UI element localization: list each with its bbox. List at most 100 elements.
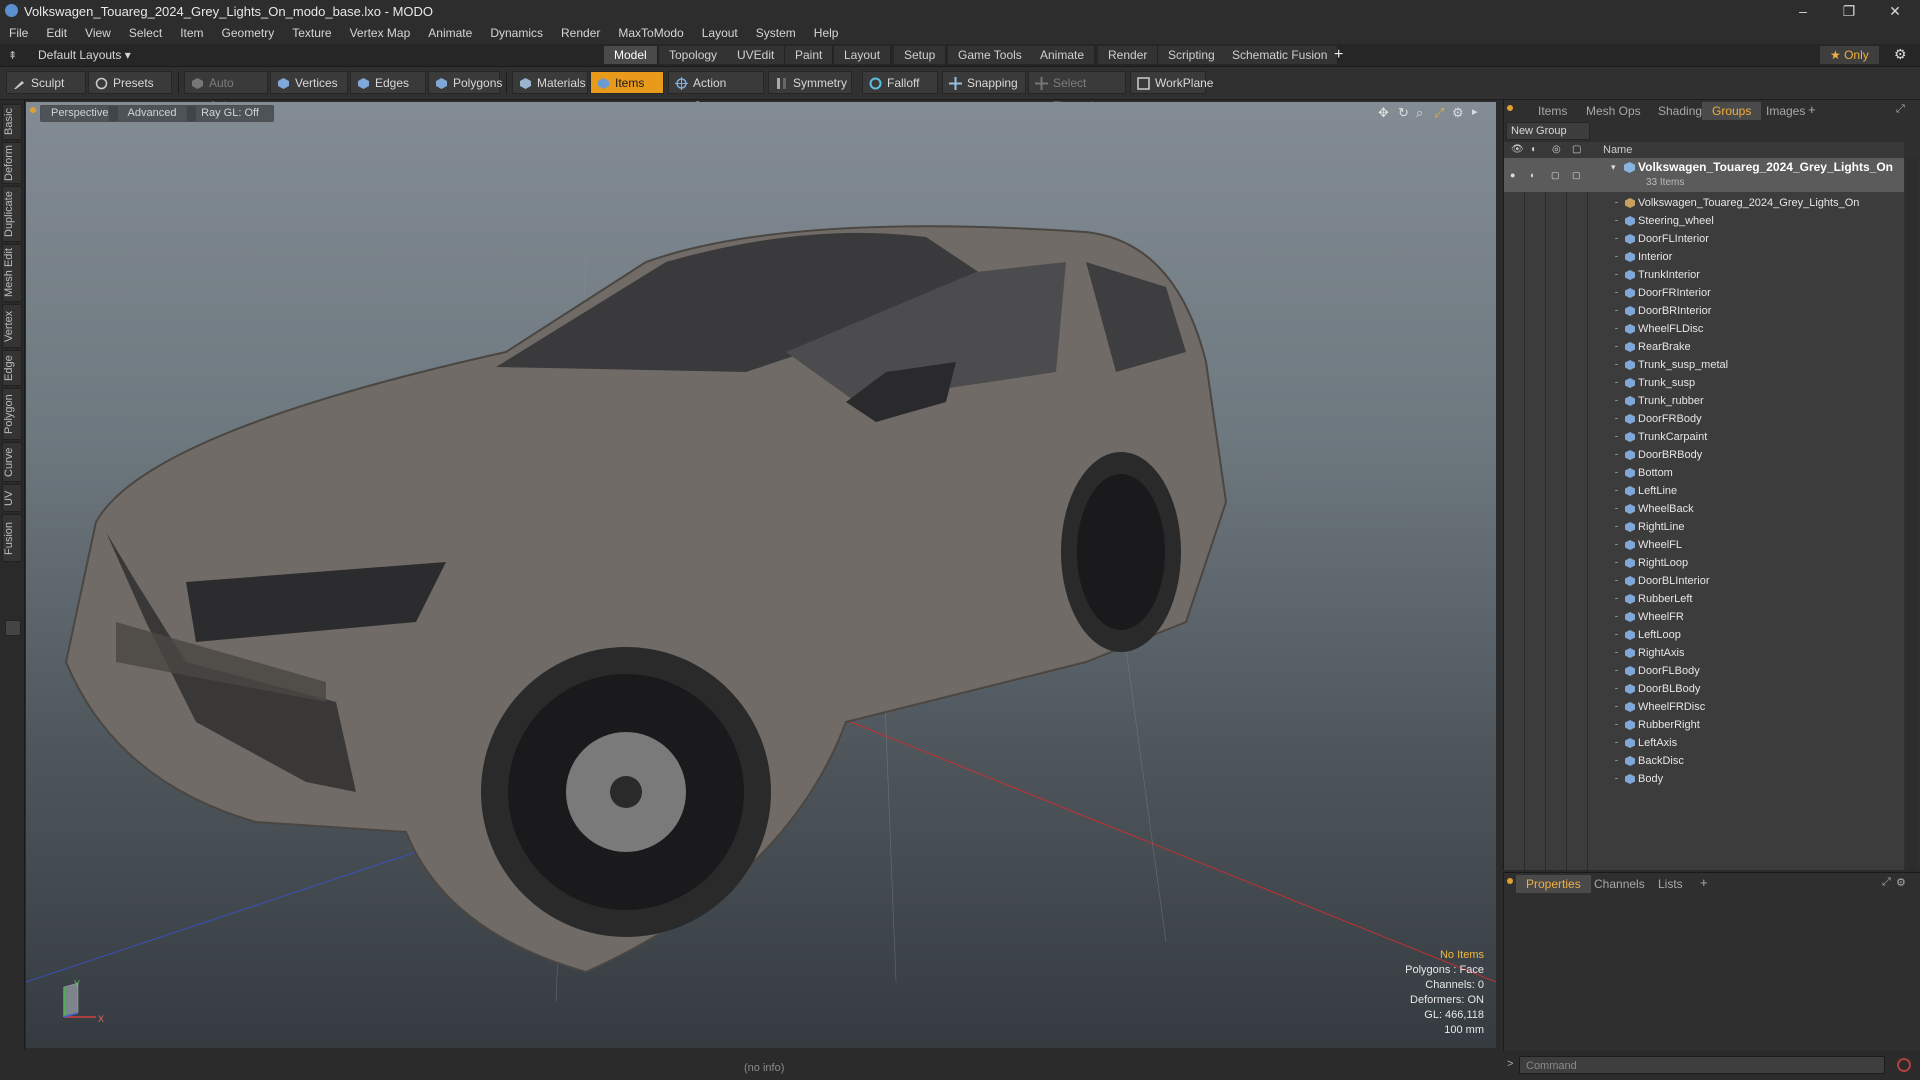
new-group-button[interactable]: New Group bbox=[1506, 122, 1590, 140]
menu-dynamics[interactable]: Dynamics bbox=[481, 22, 552, 40]
select-through-button[interactable]: Select Through bbox=[1028, 71, 1126, 113]
viewport-settings-icon[interactable]: ⚙ bbox=[1452, 105, 1464, 121]
group-item-row[interactable]: Steering_wheel bbox=[1504, 212, 1904, 230]
default-layouts-dropdown[interactable]: Default Layouts ▾ bbox=[38, 48, 131, 62]
left-tab-fusion[interactable]: Fusion bbox=[2, 514, 22, 562]
group-item-row[interactable]: DoorBRBody bbox=[1504, 446, 1904, 464]
menu-geometry[interactable]: Geometry bbox=[213, 22, 284, 40]
group-item-row[interactable]: Trunk_rubber bbox=[1504, 392, 1904, 410]
viewport-expand-icon[interactable]: ▸ bbox=[1472, 105, 1478, 118]
left-tab-mesh-edit[interactable]: Mesh Edit bbox=[2, 244, 22, 302]
viewport-dot-icon[interactable] bbox=[30, 107, 36, 113]
group-item-row[interactable]: WheelFRDisc bbox=[1504, 698, 1904, 716]
root-select-icon[interactable]: ▢ bbox=[1572, 166, 1581, 184]
gear-icon[interactable]: ⚙ bbox=[1894, 46, 1907, 63]
group-item-row[interactable]: DoorBRInterior bbox=[1504, 302, 1904, 320]
edges-button[interactable]: Edges 2 bbox=[350, 71, 426, 113]
fit-view-icon[interactable]: ⤢ bbox=[1434, 105, 1444, 121]
move-view-icon[interactable]: ✥ bbox=[1378, 105, 1389, 121]
tab-items[interactable]: Items bbox=[1528, 102, 1577, 120]
view-mode-dropdown[interactable]: Perspective bbox=[40, 105, 118, 122]
name-column-header[interactable]: Name bbox=[1603, 144, 1632, 156]
command-input[interactable]: Command bbox=[1519, 1056, 1885, 1074]
zoom-view-icon[interactable]: ⌕ bbox=[1416, 105, 1423, 121]
group-item-row[interactable]: RearBrake bbox=[1504, 338, 1904, 356]
select-column-icon[interactable]: ▢ bbox=[1572, 144, 1581, 155]
group-item-row[interactable]: RubberLeft bbox=[1504, 590, 1904, 608]
group-item-row[interactable]: RubberRight bbox=[1504, 716, 1904, 734]
render-column-icon[interactable]: ◐ bbox=[1531, 144, 1537, 155]
group-item-row[interactable]: DoorBLInterior bbox=[1504, 572, 1904, 590]
symmetry-button[interactable]: Symmetry bbox=[768, 71, 852, 94]
items-button[interactable]: Items bbox=[590, 71, 664, 94]
left-tab-deform[interactable]: Deform bbox=[2, 142, 22, 184]
tab-paint[interactable]: Paint bbox=[785, 46, 834, 64]
tab-schematic-fusion[interactable]: Schematic Fusion bbox=[1222, 46, 1339, 64]
layout-pin-icon[interactable]: ⇞ bbox=[8, 49, 17, 62]
group-item-row[interactable]: RightAxis bbox=[1504, 644, 1904, 662]
tab-mesh-ops[interactable]: Mesh Ops bbox=[1576, 102, 1651, 120]
menu-layout[interactable]: Layout bbox=[693, 22, 747, 40]
tool-palette-toggle[interactable] bbox=[5, 620, 21, 636]
tab-topology[interactable]: Topology bbox=[659, 46, 729, 64]
tab-animate[interactable]: Animate bbox=[1030, 46, 1096, 64]
menu-maxtomodo[interactable]: MaxToModo bbox=[609, 22, 692, 40]
record-macro-icon[interactable] bbox=[1897, 1058, 1911, 1072]
expand-triangle-icon[interactable]: ▾ bbox=[1611, 158, 1616, 176]
3d-viewport[interactable]: Perspective Advanced Ray GL: Off ✥ ↻ ⌕ ⤢… bbox=[26, 102, 1496, 1048]
maximize-button[interactable]: ❐ bbox=[1826, 0, 1872, 22]
left-tab-duplicate[interactable]: Duplicate bbox=[2, 186, 22, 242]
only-toggle[interactable]: ★ Only bbox=[1820, 46, 1879, 64]
menu-system[interactable]: System bbox=[747, 22, 805, 40]
visibility-column-icon[interactable]: 👁 bbox=[1511, 144, 1524, 155]
sculpt-button[interactable]: Sculpt bbox=[6, 71, 86, 94]
left-tab-vertex[interactable]: Vertex bbox=[2, 304, 22, 348]
tab-lists[interactable]: Lists bbox=[1648, 875, 1693, 893]
left-tab-uv[interactable]: UV bbox=[2, 484, 22, 512]
group-item-row[interactable]: DoorFRInterior bbox=[1504, 284, 1904, 302]
group-item-row[interactable]: DoorFLBody bbox=[1504, 662, 1904, 680]
ray-gl-toggle[interactable]: Ray GL: Off bbox=[186, 105, 274, 122]
menu-view[interactable]: View bbox=[76, 22, 120, 40]
workplane-button[interactable]: WorkPlane bbox=[1130, 71, 1213, 94]
panel-expand-icon[interactable]: ⤢ bbox=[1896, 103, 1905, 116]
tab-groups[interactable]: Groups bbox=[1702, 102, 1762, 120]
menu-file[interactable]: File bbox=[0, 22, 37, 40]
group-item-row[interactable]: Trunk_susp bbox=[1504, 374, 1904, 392]
rotate-view-icon[interactable]: ↻ bbox=[1398, 105, 1409, 121]
group-list-scrollbar[interactable] bbox=[1907, 158, 1917, 870]
falloff-button[interactable]: Falloff bbox=[862, 71, 938, 94]
group-item-row[interactable]: RightLoop bbox=[1504, 554, 1904, 572]
lock-column-icon[interactable]: ◎ bbox=[1552, 144, 1561, 155]
group-item-row[interactable]: DoorFRBody bbox=[1504, 410, 1904, 428]
minimize-button[interactable]: – bbox=[1780, 0, 1826, 22]
menu-render[interactable]: Render bbox=[552, 22, 609, 40]
tab-render[interactable]: Render bbox=[1098, 46, 1159, 64]
polygons-button[interactable]: Polygons bbox=[428, 71, 502, 94]
menu-vertex-map[interactable]: Vertex Map bbox=[341, 22, 420, 40]
menu-animate[interactable]: Animate bbox=[419, 22, 481, 40]
group-item-row[interactable]: BackDisc bbox=[1504, 752, 1904, 770]
tab-channels[interactable]: Channels bbox=[1584, 875, 1655, 893]
group-list[interactable]: ● ◐ ▢ ▢ ▾ Volkswagen_Touareg_2024_Grey_L… bbox=[1504, 158, 1904, 870]
vertices-button[interactable]: Vertices 1 bbox=[270, 71, 348, 113]
group-item-row[interactable]: WheelFL bbox=[1504, 536, 1904, 554]
group-item-row[interactable]: DoorFLInterior bbox=[1504, 230, 1904, 248]
materials-button[interactable]: Materials bbox=[512, 71, 588, 94]
menu-select[interactable]: Select bbox=[120, 22, 171, 40]
group-item-row[interactable]: Body bbox=[1504, 770, 1904, 788]
group-item-row[interactable]: WheelFLDisc bbox=[1504, 320, 1904, 338]
menu-item[interactable]: Item bbox=[171, 22, 212, 40]
panel-dot-icon[interactable] bbox=[1507, 878, 1513, 884]
group-item-row[interactable]: WheelFR bbox=[1504, 608, 1904, 626]
close-button[interactable]: ✕ bbox=[1872, 0, 1918, 22]
group-root-row[interactable]: ● ◐ ▢ ▢ ▾ Volkswagen_Touareg_2024_Grey_L… bbox=[1504, 158, 1904, 192]
tab-images[interactable]: Images bbox=[1756, 102, 1815, 120]
root-render-icon[interactable]: ◐ bbox=[1530, 166, 1535, 184]
group-item-row[interactable]: TrunkCarpaint bbox=[1504, 428, 1904, 446]
menu-edit[interactable]: Edit bbox=[37, 22, 76, 40]
group-item-row[interactable]: LeftAxis bbox=[1504, 734, 1904, 752]
menu-help[interactable]: Help bbox=[805, 22, 848, 40]
add-layout-button[interactable]: + bbox=[1334, 46, 1343, 64]
group-item-row[interactable]: Volkswagen_Touareg_2024_Grey_Lights_On bbox=[1504, 194, 1904, 212]
